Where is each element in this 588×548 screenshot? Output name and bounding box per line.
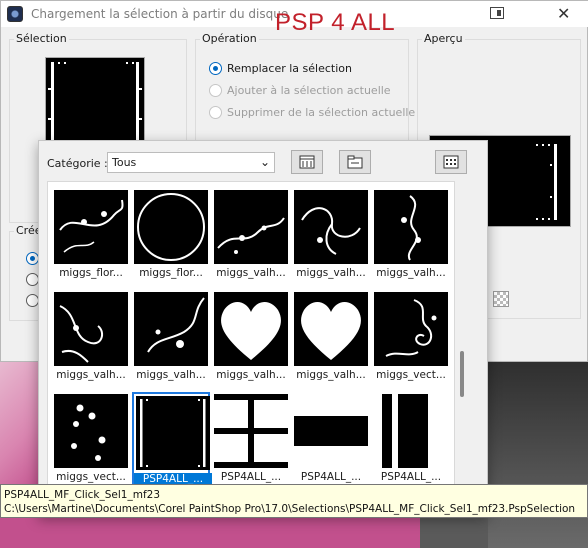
chevron-down-icon: ⌄ <box>259 155 270 169</box>
tile-caption: miggs_valh... <box>136 369 206 381</box>
background-pink-strip <box>0 516 420 548</box>
file-tooltip: PSP4ALL_MF_Click_Sel1_mf23 C:\Users\Mart… <box>0 484 588 518</box>
preview-group-label: Aperçu <box>422 32 465 45</box>
edit-paths-button[interactable] <box>291 150 323 174</box>
app-icon <box>7 6 23 22</box>
folder-icon <box>347 155 363 169</box>
brand-watermark: PSP 4 ALL <box>275 9 396 36</box>
tile-caption: miggs_valh... <box>376 267 446 279</box>
tile-caption: miggs_vect... <box>56 471 126 483</box>
heart-icon <box>214 292 288 366</box>
tile-caption: miggs_flor... <box>59 267 123 279</box>
selection-tile[interactable]: PSP4ALL_... <box>132 392 212 490</box>
cross-grid-icon <box>214 394 288 468</box>
selection-tile[interactable]: miggs_valh... <box>132 290 210 388</box>
window-title: Chargement la sélection à partir du disq… <box>31 7 289 21</box>
selection-tile[interactable]: miggs_valh... <box>52 290 130 388</box>
tile-caption: miggs_valh... <box>296 369 366 381</box>
selection-tile[interactable]: miggs_flor... <box>132 188 210 286</box>
selection-thumbnail-grid: miggs_flor... miggs_flor... miggs_valh... m… <box>47 181 455 513</box>
horizontal-band-icon <box>294 394 368 468</box>
selection-group-label: Sélection <box>14 32 69 45</box>
flowers-scattered-icon <box>54 394 128 468</box>
swirl-left-icon <box>54 292 128 366</box>
tile-caption: PSP4ALL_... <box>300 471 362 483</box>
selection-tile[interactable]: PSP4ALL_... <box>292 392 370 490</box>
floral-vertical-icon <box>374 190 448 264</box>
radio-replace-selection[interactable]: Remplacer la sélection <box>209 62 352 75</box>
selection-tile[interactable]: PSP4ALL_... <box>212 392 290 490</box>
tile-caption: miggs_vect... <box>376 369 446 381</box>
tile-caption: PSP4ALL_... <box>220 471 282 483</box>
radio-unchecked-icon <box>209 106 222 119</box>
heart-icon <box>294 292 368 366</box>
frame-dotted-icon <box>136 396 210 470</box>
radio-checked-icon <box>209 62 222 75</box>
tile-caption: miggs_flor... <box>139 267 203 279</box>
swirl-right-icon <box>134 292 208 366</box>
radio-label: Ajouter à la sélection actuelle <box>227 84 391 97</box>
radio-label: Supprimer de la sélection actuelle <box>227 106 416 119</box>
selection-tile[interactable]: miggs_valh... <box>292 188 370 286</box>
floral-bottom-icon <box>214 190 288 264</box>
selection-tile[interactable]: miggs_vect... <box>372 290 450 388</box>
category-label: Catégorie : <box>47 157 108 170</box>
tooltip-name: PSP4ALL_MF_Click_Sel1_mf23 <box>4 489 161 501</box>
vector-floral-icon <box>374 292 448 366</box>
swirl-icon <box>294 190 368 264</box>
restore-icon[interactable] <box>490 7 504 19</box>
view-options-button[interactable] <box>435 150 467 174</box>
selection-tile[interactable]: miggs_vect... <box>52 392 130 490</box>
selection-tile[interactable]: miggs_flor... <box>52 188 130 286</box>
tile-caption: miggs_valh... <box>216 369 286 381</box>
view-options-icon <box>443 155 459 169</box>
vertical-scrollbar[interactable] <box>457 181 467 513</box>
floral-corner-icon <box>54 190 128 264</box>
title-bar: Chargement la sélection à partir du disq… <box>1 1 588 36</box>
checker-icon[interactable] <box>493 291 509 307</box>
category-select[interactable]: Tous ⌄ <box>107 152 275 173</box>
tile-caption: miggs_valh... <box>56 369 126 381</box>
background-dark-panel <box>488 362 588 548</box>
tile-caption: miggs_valh... <box>296 267 366 279</box>
radio-add-to-selection[interactable]: Ajouter à la sélection actuelle <box>209 84 391 97</box>
selection-picker-popup: Catégorie : Tous ⌄ miggs_flor... miggs_fl… <box>38 140 488 516</box>
selection-tile[interactable]: miggs_valh... <box>372 188 450 286</box>
selection-tile[interactable]: miggs_valh... <box>212 188 290 286</box>
open-folder-button[interactable] <box>339 150 371 174</box>
close-icon[interactable]: ✕ <box>557 4 570 23</box>
tooltip-path: C:\Users\Martine\Documents\Corel PaintSh… <box>4 503 576 515</box>
tile-caption: PSP4ALL_... <box>380 471 442 483</box>
edit-paths-icon <box>299 155 315 169</box>
selection-tile[interactable]: miggs_valh... <box>212 290 290 388</box>
category-value: Tous <box>112 156 137 169</box>
operation-group-label: Opération <box>200 32 259 45</box>
circle-icon <box>134 190 208 264</box>
radio-subtract-selection[interactable]: Supprimer de la sélection actuelle <box>209 106 415 119</box>
selection-tile[interactable]: PSP4ALL_... <box>372 392 450 490</box>
scrollbar-thumb[interactable] <box>460 351 464 397</box>
tile-caption: miggs_valh... <box>216 267 286 279</box>
selection-tile[interactable]: miggs_valh... <box>292 290 370 388</box>
vertical-bars-icon <box>374 394 448 468</box>
radio-label: Remplacer la sélection <box>227 62 352 75</box>
radio-unchecked-icon <box>209 84 222 97</box>
